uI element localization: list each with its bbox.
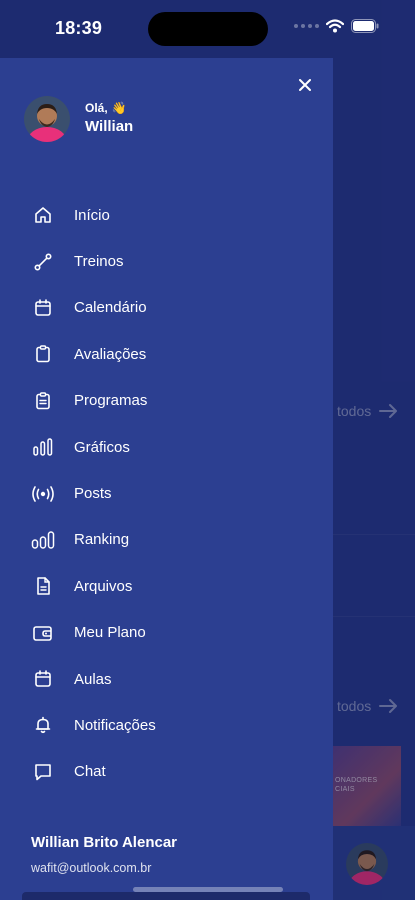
side-drawer: Olá, 👋 Willian Início Treinos Calendário: [0, 58, 333, 900]
home-indicator[interactable]: [133, 887, 283, 892]
menu-item-label: Início: [74, 206, 110, 224]
status-icons: [294, 19, 379, 33]
wave-emoji: 👋: [111, 101, 127, 115]
greeting-text: Olá,: [85, 101, 108, 115]
menu-item-ranking[interactable]: Ranking: [0, 517, 333, 563]
menu-item-label: Gráficos: [74, 438, 130, 456]
chat-icon: [31, 760, 55, 784]
account-email: wafit@outlook.com.br: [31, 861, 152, 875]
menu-item-posts[interactable]: Posts: [0, 470, 333, 516]
avatar[interactable]: [24, 96, 70, 142]
calendar-icon: [31, 667, 55, 691]
file-icon: [31, 574, 55, 598]
menu-item-label: Chat: [74, 763, 106, 781]
menu-item-aulas[interactable]: Aulas: [0, 656, 333, 702]
menu-item-meu-plano[interactable]: Meu Plano: [0, 610, 333, 656]
profile-name: Willian: [85, 118, 134, 135]
menu-item-label: Arquivos: [74, 577, 133, 595]
menu-item-arquivos[interactable]: Arquivos: [0, 563, 333, 609]
bell-icon: [31, 713, 55, 737]
status-time: 18:39: [55, 18, 103, 38]
menu-item-treinos[interactable]: Treinos: [0, 238, 333, 284]
battery-icon: [351, 19, 379, 33]
menu-item-label: Posts: [74, 485, 112, 503]
menu-item-graficos[interactable]: Gráficos: [0, 424, 333, 470]
menu-item-label: Notificações: [74, 716, 156, 734]
menu-item-label: Ranking: [74, 531, 130, 549]
account-info: Willian Brito Alencar wafit@outlook.com.…: [31, 834, 177, 875]
clipboard-list-icon: [31, 389, 55, 413]
menu-item-programas[interactable]: Programas: [0, 378, 333, 424]
status-bar: 18:39: [0, 0, 415, 58]
bar-chart-icon: [31, 435, 55, 459]
drawer-menu: Início Treinos Calendário Avaliações Pro…: [0, 192, 333, 795]
wifi-icon: [326, 19, 344, 33]
clipboard-icon: [31, 342, 55, 366]
menu-item-label: Treinos: [74, 253, 124, 271]
menu-item-inicio[interactable]: Início: [0, 192, 333, 238]
profile-header[interactable]: Olá, 👋 Willian: [24, 96, 133, 142]
calendar-icon: [31, 296, 55, 320]
greeting: Olá, 👋: [85, 101, 133, 115]
drawer-footer-bar: [22, 892, 310, 900]
account-full-name: Willian Brito Alencar: [31, 834, 178, 851]
dynamic-island: [148, 12, 268, 46]
signal-icon: [294, 24, 319, 28]
dumbbell-icon: [31, 250, 55, 274]
menu-item-chat[interactable]: Chat: [0, 749, 333, 795]
menu-item-label: Avaliações: [74, 345, 147, 363]
close-button[interactable]: [294, 74, 316, 96]
menu-item-label: Meu Plano: [74, 624, 146, 642]
menu-item-avaliacoes[interactable]: Avaliações: [0, 331, 333, 377]
wallet-icon: [31, 621, 55, 645]
ranking-icon: [31, 528, 55, 552]
menu-item-label: Calendário: [74, 299, 147, 317]
menu-item-notificacoes[interactable]: Notificações: [0, 702, 333, 748]
menu-item-label: Aulas: [74, 670, 112, 688]
home-icon: [31, 203, 55, 227]
close-icon: [299, 79, 311, 91]
broadcast-icon: [31, 482, 55, 506]
menu-item-label: Programas: [74, 392, 148, 410]
menu-item-calendario[interactable]: Calendário: [0, 285, 333, 331]
